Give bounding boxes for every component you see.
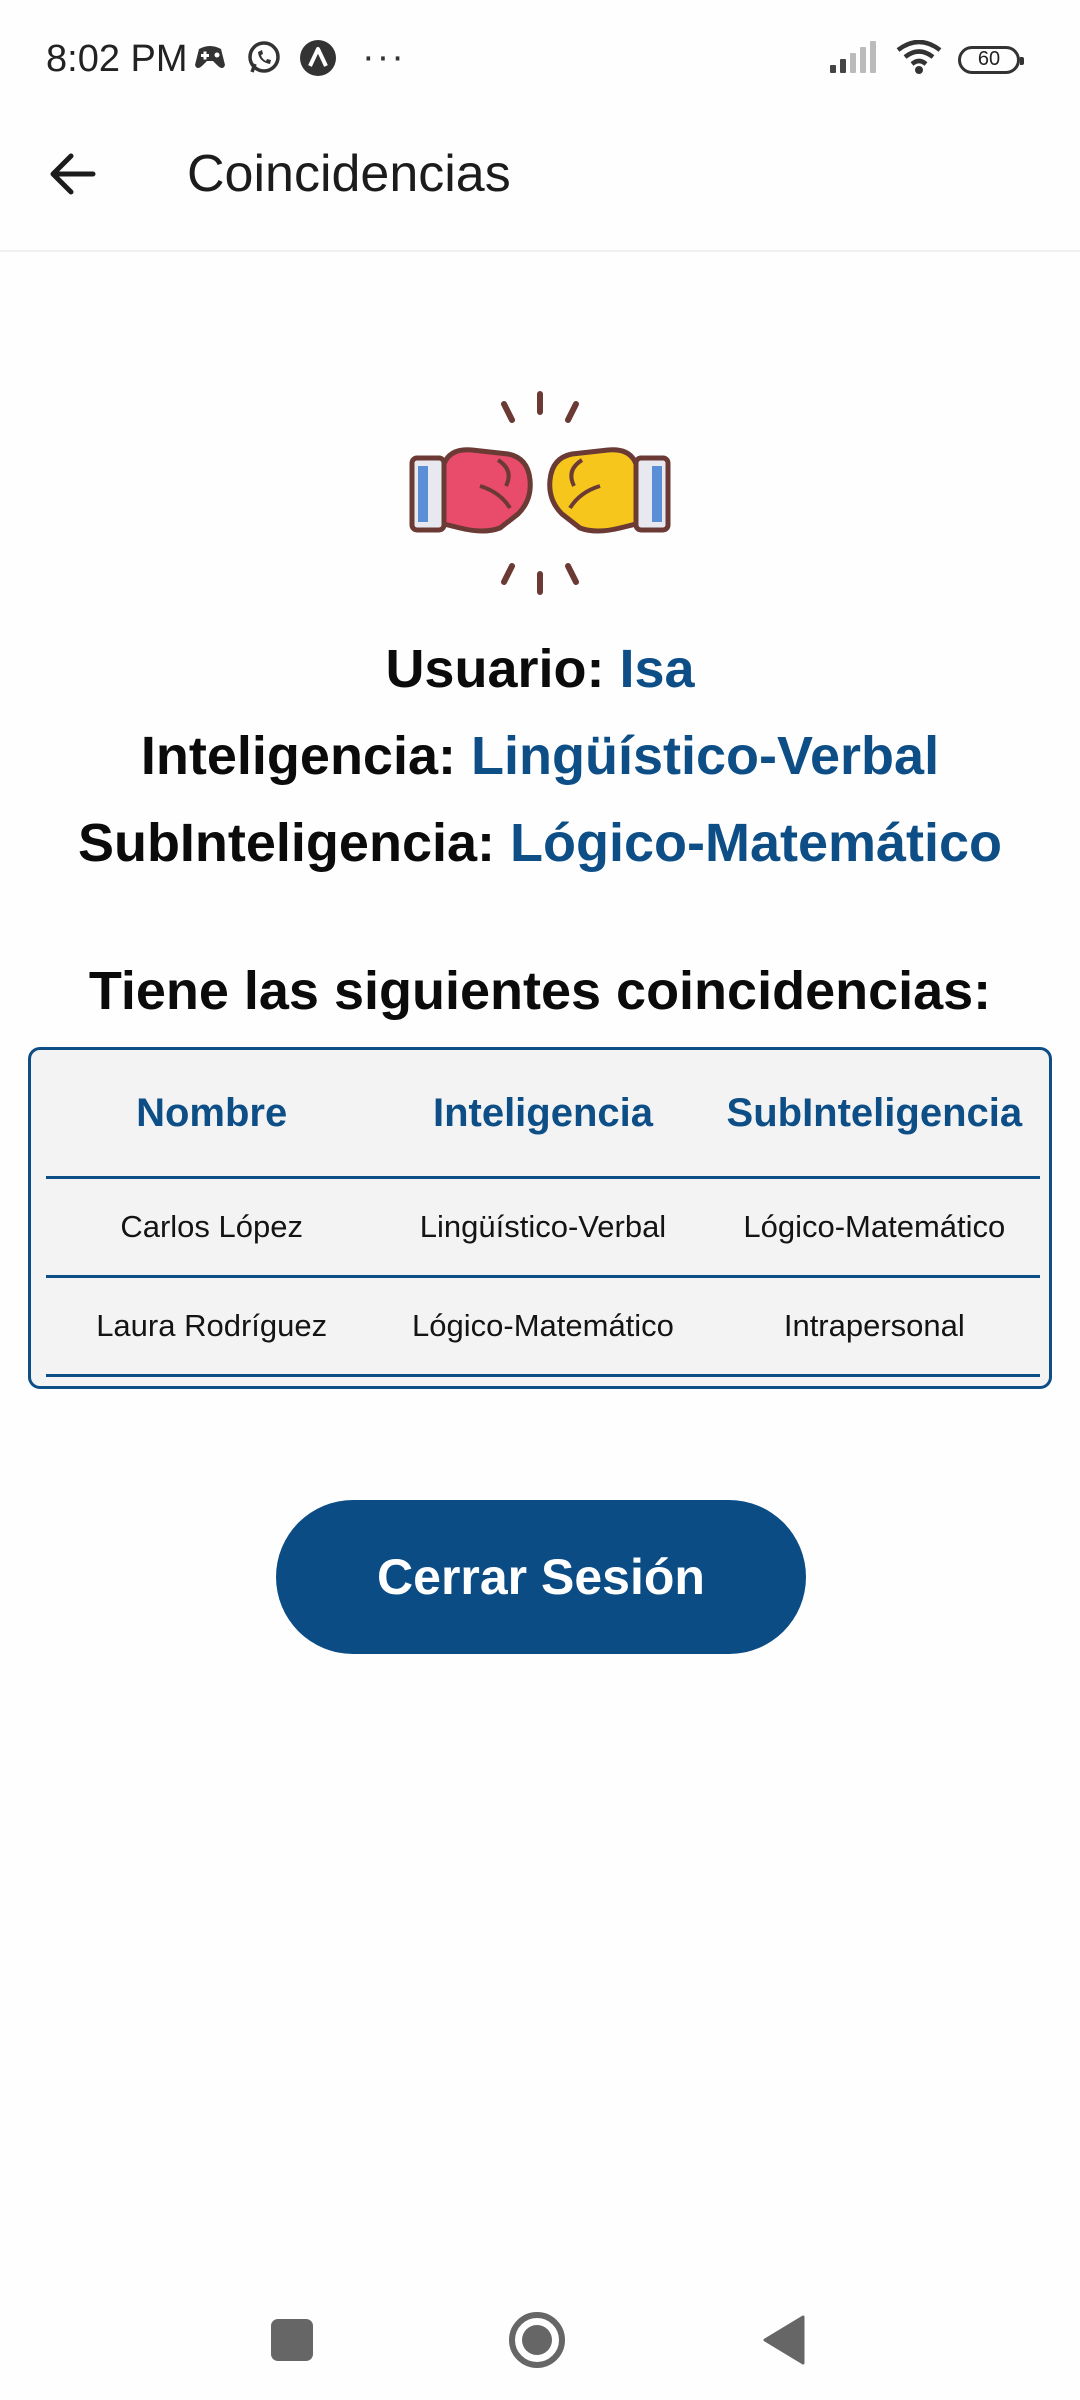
subintelligence-value: Lógico-Matemático — [510, 813, 1003, 873]
intelligence-value: Lingüístico-Verbal — [471, 726, 940, 786]
subintelligence-line: SubInteligencia: Lógico-Matemático — [0, 812, 1080, 874]
table-cell-nombre: Carlos López — [120, 1209, 303, 1244]
system-nav-bar — [0, 2280, 1080, 2400]
status-bar: 8:02 PM ··· 60 — [0, 0, 1080, 120]
home-circle-icon[interactable] — [505, 2308, 569, 2372]
arrow-left-icon — [50, 153, 96, 195]
table-header-row: Nombre Inteligencia SubInteligencia — [46, 1050, 1040, 1179]
table-cell-inteligencia: Lingüístico-Verbal — [419, 1209, 667, 1244]
whatsapp-icon — [244, 38, 284, 78]
status-notification-icons: ··· — [190, 36, 406, 79]
column-header-subinteligencia: SubInteligencia — [726, 1090, 1023, 1135]
column-header-inteligencia: Inteligencia — [432, 1090, 654, 1135]
more-dots-icon: ··· — [362, 36, 406, 78]
wifi-icon — [896, 39, 942, 79]
status-system-icons: 60 — [830, 39, 1024, 79]
column-header-nombre: Nombre — [136, 1090, 288, 1135]
table-cell-subinteligencia: Intrapersonal — [783, 1308, 965, 1343]
intelligence-label: Inteligencia: — [140, 726, 471, 786]
user-line: Usuario: Isa — [0, 638, 1080, 700]
user-label: Usuario: — [385, 639, 620, 699]
back-triangle-icon[interactable] — [754, 2310, 814, 2370]
signal-icon — [830, 41, 880, 78]
subintelligence-label: SubInteligencia: — [77, 813, 510, 873]
intelligence-line: Inteligencia: Lingüístico-Verbal — [0, 725, 1080, 787]
fist-bump-icon — [400, 388, 680, 598]
matches-heading: Tiene las siguientes coincidencias: — [88, 961, 992, 1021]
table-row: Laura Rodríguez Lógico-Matemático Intrap… — [46, 1278, 1040, 1377]
screen: 8:02 PM ··· 60 Coincidencias Usuario: Is… — [0, 0, 1080, 2400]
table-cell-subinteligencia: Lógico-Matemático — [743, 1209, 1006, 1244]
recents-square-icon[interactable] — [262, 2310, 322, 2370]
battery-icon: 60 — [958, 45, 1024, 74]
back-button[interactable] — [40, 142, 104, 206]
page-title: Coincidencias — [187, 145, 511, 203]
logout-button[interactable]: Cerrar Sesión — [276, 1500, 806, 1654]
table-cell-nombre: Laura Rodríguez — [96, 1308, 328, 1343]
table-row: Carlos López Lingüístico-Verbal Lógico-M… — [46, 1179, 1040, 1278]
game-controller-icon — [190, 38, 230, 78]
app-bar: Coincidencias — [0, 120, 1080, 252]
battery-level: 60 — [977, 48, 1001, 70]
table-cell-inteligencia: Lógico-Matemático — [412, 1308, 674, 1343]
user-value: Isa — [619, 639, 695, 699]
status-time: 8:02 PM — [46, 38, 188, 80]
app-a-icon — [298, 38, 338, 78]
matches-table: Nombre Inteligencia SubInteligencia Carl… — [28, 1047, 1052, 1389]
